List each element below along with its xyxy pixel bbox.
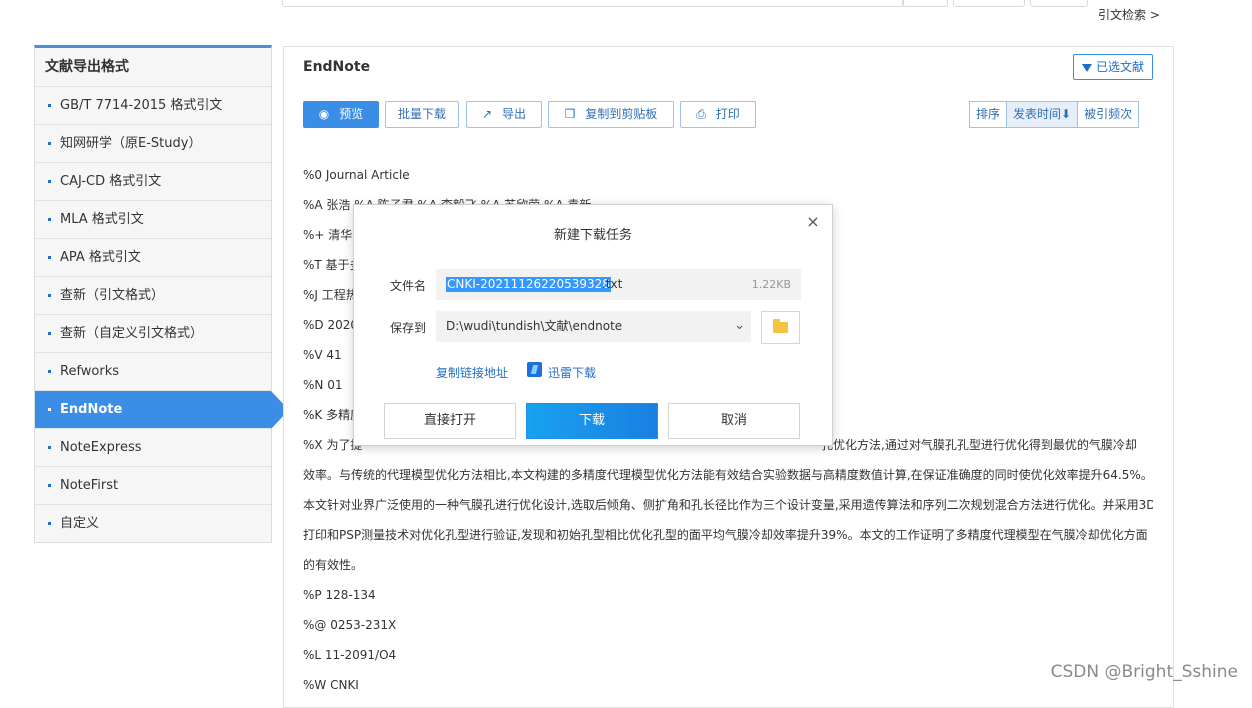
sort-group: 排序 发表时间⬇ 被引频次 bbox=[969, 101, 1140, 128]
folder-icon bbox=[773, 319, 788, 333]
filename-extension: .txt bbox=[602, 277, 623, 291]
sort-label: 排序 bbox=[969, 101, 1008, 128]
filter-icon bbox=[1081, 63, 1092, 72]
batch-download-label: 批量下载 bbox=[397, 107, 446, 121]
record-line: %L 11-2091/O4 bbox=[303, 648, 397, 662]
record-line: %0 Journal Article bbox=[303, 168, 410, 182]
abstract-continued: 孔优化方法,通过对气膜孔孔型进行优化得到最优的气膜冷却 bbox=[821, 438, 1137, 452]
sidebar-item-chaxin-custom[interactable]: 查新（自定义引文格式） bbox=[35, 315, 271, 353]
search-button[interactable] bbox=[902, 0, 948, 7]
export-format-sidebar: 文献导出格式 GB/T 7714-2015 格式引文 知网研学（原E-Study… bbox=[34, 45, 289, 543]
bullet-icon bbox=[48, 294, 51, 297]
sort-cited-button[interactable]: 被引频次 bbox=[1077, 101, 1140, 128]
dialog-title: 新建下载任务 bbox=[553, 228, 632, 243]
export-button[interactable]: ↗ 导出 bbox=[466, 101, 542, 128]
browse-folder-button[interactable] bbox=[761, 311, 800, 344]
chevron-down-icon: ⌄ bbox=[734, 318, 745, 333]
open-directly-button[interactable]: 直接打开 bbox=[384, 403, 516, 439]
sidebar-item-apa[interactable]: APA 格式引文 bbox=[35, 239, 271, 277]
batch-download-button[interactable]: 批量下载 bbox=[385, 101, 459, 128]
print-button[interactable]: ⎙ 打印 bbox=[680, 101, 756, 128]
sidebar-item-label: 查新（自定义引文格式） bbox=[60, 326, 204, 341]
record-line: %W CNKI bbox=[303, 678, 359, 692]
filename-selected-text: CNKI-20211126220539328 bbox=[446, 277, 611, 292]
bullet-icon bbox=[48, 408, 51, 411]
record-line: %@ 0253-231X bbox=[303, 618, 397, 632]
close-icon[interactable]: × bbox=[804, 213, 822, 231]
sidebar-item-cajcd[interactable]: CAJ-CD 格式引文 bbox=[35, 163, 271, 201]
new-download-dialog: 新建下载任务 × 文件名 CNKI-20211126220539328 .txt… bbox=[353, 204, 833, 446]
printer-icon: ⎙ bbox=[696, 107, 706, 121]
file-size: 1.22KB bbox=[751, 278, 791, 291]
preview-label: 预览 bbox=[339, 107, 364, 121]
sidebar-item-mla[interactable]: MLA 格式引文 bbox=[35, 201, 271, 239]
bullet-icon bbox=[48, 256, 51, 259]
cancel-button[interactable]: 取消 bbox=[668, 403, 800, 439]
copy-clipboard-label: 复制到剪贴板 bbox=[585, 107, 658, 121]
selected-docs-label: 已选文献 bbox=[1095, 60, 1144, 74]
bullet-icon bbox=[48, 446, 51, 449]
sidebar-item-label: GB/T 7714-2015 格式引文 bbox=[60, 98, 223, 113]
record-abstract-line: 效率。与传统的代理模型优化方法相比,本文构建的多精度代理模型优化方法能有效结合实… bbox=[303, 468, 1153, 482]
sidebar-item-label: EndNote bbox=[60, 402, 123, 417]
sidebar-title: 文献导出格式 bbox=[35, 48, 271, 87]
sidebar-item-label: APA 格式引文 bbox=[60, 250, 141, 265]
sidebar-item-label: 知网研学（原E-Study） bbox=[60, 136, 202, 151]
sidebar-item-endnote[interactable]: EndNote bbox=[35, 391, 289, 429]
sidebar-item-chaxin[interactable]: 查新（引文格式） bbox=[35, 277, 271, 315]
bullet-icon bbox=[48, 180, 51, 183]
save-path-select[interactable]: D:\wudi\tundish\文献\endnote ⌄ bbox=[436, 311, 751, 342]
save-path-value: D:\wudi\tundish\文献\endnote bbox=[446, 319, 623, 333]
sidebar-item-label: NoteExpress bbox=[60, 440, 142, 455]
sidebar-item-label: NoteFirst bbox=[60, 478, 119, 493]
sidebar-item-label: MLA 格式引文 bbox=[60, 212, 144, 227]
selected-docs-button[interactable]: 已选文献 bbox=[1073, 54, 1153, 80]
top-button[interactable] bbox=[953, 0, 1025, 7]
cite-search-link[interactable]: 引文检索 > bbox=[1098, 6, 1160, 23]
bullet-icon bbox=[48, 370, 51, 373]
sidebar-item-gbt[interactable]: GB/T 7714-2015 格式引文 bbox=[35, 87, 271, 125]
filename-field[interactable]: CNKI-20211126220539328 .txt 1.22KB bbox=[436, 269, 801, 300]
page-title: EndNote bbox=[303, 59, 371, 75]
copy-link-address[interactable]: 复制链接地址 bbox=[436, 364, 508, 381]
sidebar-item-estudy[interactable]: 知网研学（原E-Study） bbox=[35, 125, 271, 163]
export-label: 导出 bbox=[502, 107, 527, 121]
sidebar-item-label: CAJ-CD 格式引文 bbox=[60, 174, 162, 189]
eye-icon: ◉ bbox=[318, 107, 330, 121]
preview-button[interactable]: ◉ 预览 bbox=[303, 101, 379, 128]
bullet-icon bbox=[48, 484, 51, 487]
sidebar-item-label: 查新（引文格式） bbox=[60, 288, 165, 303]
sidebar-item-label: Refworks bbox=[60, 364, 120, 379]
record-abstract-line: 本文针对业界广泛使用的一种气膜孔进行优化设计,选取后倾角、侧扩角和孔长径比作为三… bbox=[303, 498, 1153, 512]
bullet-icon bbox=[48, 522, 51, 525]
copy-clipboard-button[interactable]: ❐ 复制到剪贴板 bbox=[548, 101, 674, 128]
clipboard-icon: ❐ bbox=[564, 107, 576, 121]
watermark: CSDN @Bright_Sshine bbox=[1050, 662, 1238, 682]
bullet-icon bbox=[48, 104, 51, 107]
print-label: 打印 bbox=[715, 107, 740, 121]
bullet-icon bbox=[48, 332, 51, 335]
bullet-icon bbox=[48, 218, 51, 221]
record-abstract-line: 的有效性。 bbox=[303, 558, 364, 572]
top-bar: 引文检索 > bbox=[0, 0, 1252, 34]
thunder-icon bbox=[527, 362, 542, 377]
sidebar-item-custom[interactable]: 自定义 bbox=[35, 505, 271, 542]
thunder-download-link[interactable]: 迅雷下载 bbox=[548, 364, 596, 381]
record-line: %P 128-134 bbox=[303, 588, 376, 602]
sidebar-item-notefirst[interactable]: NoteFirst bbox=[35, 467, 271, 505]
bullet-icon bbox=[48, 142, 51, 145]
filename-label: 文件名 bbox=[390, 279, 427, 293]
saveto-label: 保存到 bbox=[390, 321, 427, 335]
export-icon: ↗ bbox=[481, 107, 493, 121]
sort-pubtime-button[interactable]: 发表时间⬇ bbox=[1006, 101, 1079, 128]
download-button[interactable]: 下载 bbox=[526, 403, 658, 439]
sidebar-item-refworks[interactable]: Refworks bbox=[35, 353, 271, 391]
sidebar-item-noteexpress[interactable]: NoteExpress bbox=[35, 429, 271, 467]
record-abstract-line: 打印和PSP测量技术对优化孔型进行验证,发现和初始孔型相比优化孔型的面平均气膜冷… bbox=[303, 528, 1148, 542]
top-button[interactable] bbox=[1030, 0, 1088, 7]
sidebar-item-label: 自定义 bbox=[60, 516, 100, 531]
search-box[interactable] bbox=[282, 0, 904, 7]
